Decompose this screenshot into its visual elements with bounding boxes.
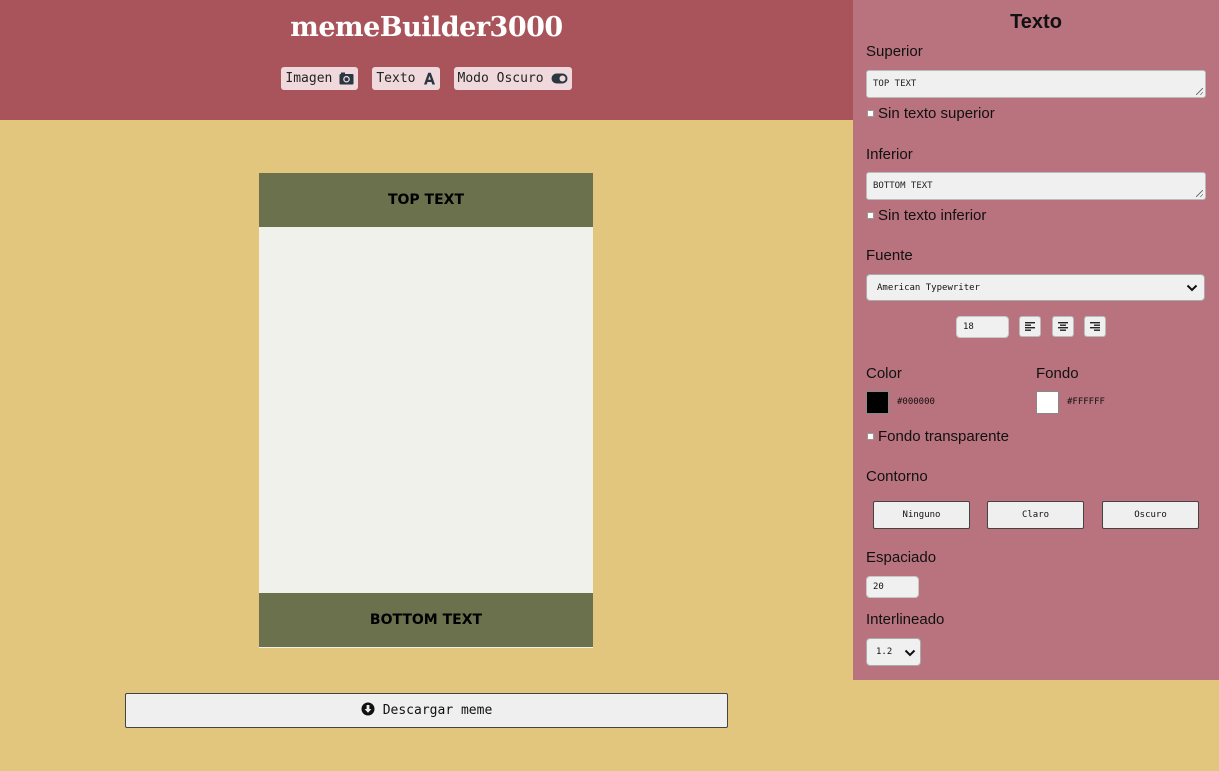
font-select-value: American Typewriter (877, 282, 980, 293)
nav-image-label: Imagen (285, 71, 333, 86)
background-label: Fondo (1036, 365, 1079, 382)
nav-image-button[interactable]: Imagen (281, 67, 359, 90)
align-left-button[interactable] (1019, 316, 1041, 337)
top-text-label: Superior (866, 43, 923, 60)
no-top-text-checkbox[interactable] (867, 110, 874, 117)
line-height-select[interactable]: 1.2 (866, 638, 921, 666)
resize-grip-icon[interactable] (1196, 190, 1203, 197)
meme-canvas: TOP TEXT BOTTOM TEXT (259, 173, 593, 648)
outline-dark-button[interactable]: Oscuro (1102, 501, 1199, 529)
outline-none-button[interactable]: Ninguno (873, 501, 970, 529)
bottom-text-input[interactable]: BOTTOM TEXT (866, 172, 1206, 200)
color-label: Color (866, 365, 902, 382)
nav-text-button[interactable]: Texto (372, 67, 440, 90)
chevron-down-icon (1186, 282, 1198, 297)
align-center-icon (1058, 318, 1068, 336)
text-color-swatch[interactable] (866, 391, 889, 414)
download-circle-icon (361, 702, 375, 720)
background-color-value: #FFFFFF (1067, 397, 1105, 407)
meme-bottom-text: BOTTOM TEXT (259, 593, 593, 647)
font-size-value: 18 (963, 322, 974, 332)
nav-text-label: Texto (376, 71, 416, 86)
transparent-bg-option: Fondo transparente (867, 428, 1009, 445)
font-icon (423, 72, 436, 85)
chevron-down-icon (904, 647, 916, 662)
resize-grip-icon[interactable] (1196, 88, 1203, 95)
no-bottom-text-label: Sin texto inferior (878, 207, 987, 224)
align-right-button[interactable] (1084, 316, 1106, 337)
text-settings-panel: Texto Superior TOP TEXT Sin texto superi… (853, 0, 1219, 680)
spacing-input[interactable]: 20 (866, 576, 919, 598)
toggle-icon (551, 73, 568, 84)
spacing-value: 20 (873, 582, 884, 592)
outline-light-button[interactable]: Claro (987, 501, 1084, 529)
top-text-input[interactable]: TOP TEXT (866, 70, 1206, 98)
download-meme-button[interactable]: Descargar meme (125, 693, 728, 728)
nav-dark-mode-button[interactable]: Modo Oscuro (453, 67, 572, 90)
font-label: Fuente (866, 247, 913, 264)
no-top-text-option: Sin texto superior (867, 105, 995, 122)
download-label: Descargar meme (382, 703, 493, 718)
text-color-value: #000000 (897, 397, 935, 407)
meme-top-text: TOP TEXT (259, 173, 593, 227)
panel-title: Texto (1010, 11, 1062, 33)
bottom-text-label: Inferior (866, 146, 913, 163)
no-bottom-text-option: Sin texto inferior (867, 207, 986, 224)
align-left-icon (1025, 318, 1035, 336)
spacing-label: Espaciado (866, 549, 937, 566)
main-nav: Imagen Texto Modo Oscuro (0, 67, 853, 90)
background-color-swatch[interactable] (1036, 391, 1059, 414)
app-header: memeBuilder3000 Imagen Texto Modo Oscuro (0, 0, 853, 120)
no-bottom-text-checkbox[interactable] (867, 212, 874, 219)
align-right-icon (1090, 318, 1100, 336)
font-size-input[interactable]: 18 (956, 316, 1009, 338)
camera-icon (339, 72, 354, 85)
align-center-button[interactable] (1052, 316, 1074, 337)
app-title: memeBuilder3000 (290, 12, 563, 43)
line-height-value: 1.2 (876, 647, 893, 657)
bottom-text-value: BOTTOM TEXT (873, 181, 933, 191)
nav-dark-mode-label: Modo Oscuro (457, 71, 544, 86)
outline-label: Contorno (866, 468, 928, 485)
no-top-text-label: Sin texto superior (878, 105, 995, 122)
font-select[interactable]: American Typewriter (866, 274, 1205, 301)
transparent-bg-label: Fondo transparente (878, 428, 1009, 445)
transparent-bg-checkbox[interactable] (867, 433, 874, 440)
line-height-label: Interlineado (866, 611, 945, 628)
top-text-value: TOP TEXT (873, 79, 917, 89)
